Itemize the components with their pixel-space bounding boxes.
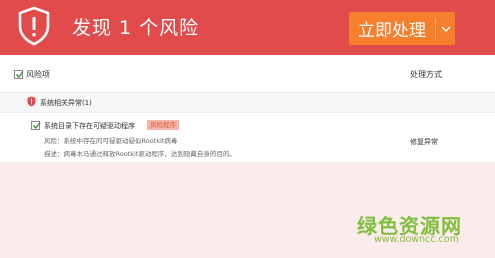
red-shield-icon: [27, 96, 36, 107]
dropdown-toggle[interactable]: [436, 12, 455, 45]
shield-warning-icon: [18, 6, 50, 46]
risk-group-row[interactable]: 系统相关异常(1): [0, 93, 495, 113]
fix-now-button[interactable]: 立即处理: [349, 12, 455, 45]
watermark-url: www.downcc.com: [374, 234, 459, 245]
chevron-down-icon: [441, 26, 450, 32]
fix-now-label: 立即处理: [358, 21, 426, 41]
select-all-checkbox[interactable]: [14, 70, 24, 79]
column-handling-method: 处理方式: [410, 70, 442, 79]
risk-badge: 风险程序: [147, 120, 179, 130]
checkmark-icon: [32, 122, 41, 130]
header-bar: 发现 1 个风险 立即处理: [0, 0, 495, 55]
risk-item-row[interactable]: 系统目录下存在可疑驱动程序 风险程序 风险：系统中存在的可疑驱动疑似Rootki…: [0, 113, 495, 163]
page-title: 发现 1 个风险: [72, 17, 200, 39]
item-title: 系统目录下存在可疑驱动程序: [44, 122, 135, 130]
item-checkbox[interactable]: [31, 121, 41, 130]
group-label: 系统相关异常(1): [40, 99, 92, 107]
column-risk-item: 风险项: [26, 70, 50, 79]
column-header: 风险项 处理方式: [0, 55, 495, 93]
item-risk-text: 风险：系统中存在的可疑驱动疑似Rootkit病毒: [44, 137, 178, 145]
item-description: 描述：病毒木马通过释放Rootkit驱动程序，达到隐藏自身的目的。: [44, 150, 236, 158]
checkmark-icon: [15, 71, 24, 79]
repair-link[interactable]: 修复异常: [410, 137, 438, 147]
